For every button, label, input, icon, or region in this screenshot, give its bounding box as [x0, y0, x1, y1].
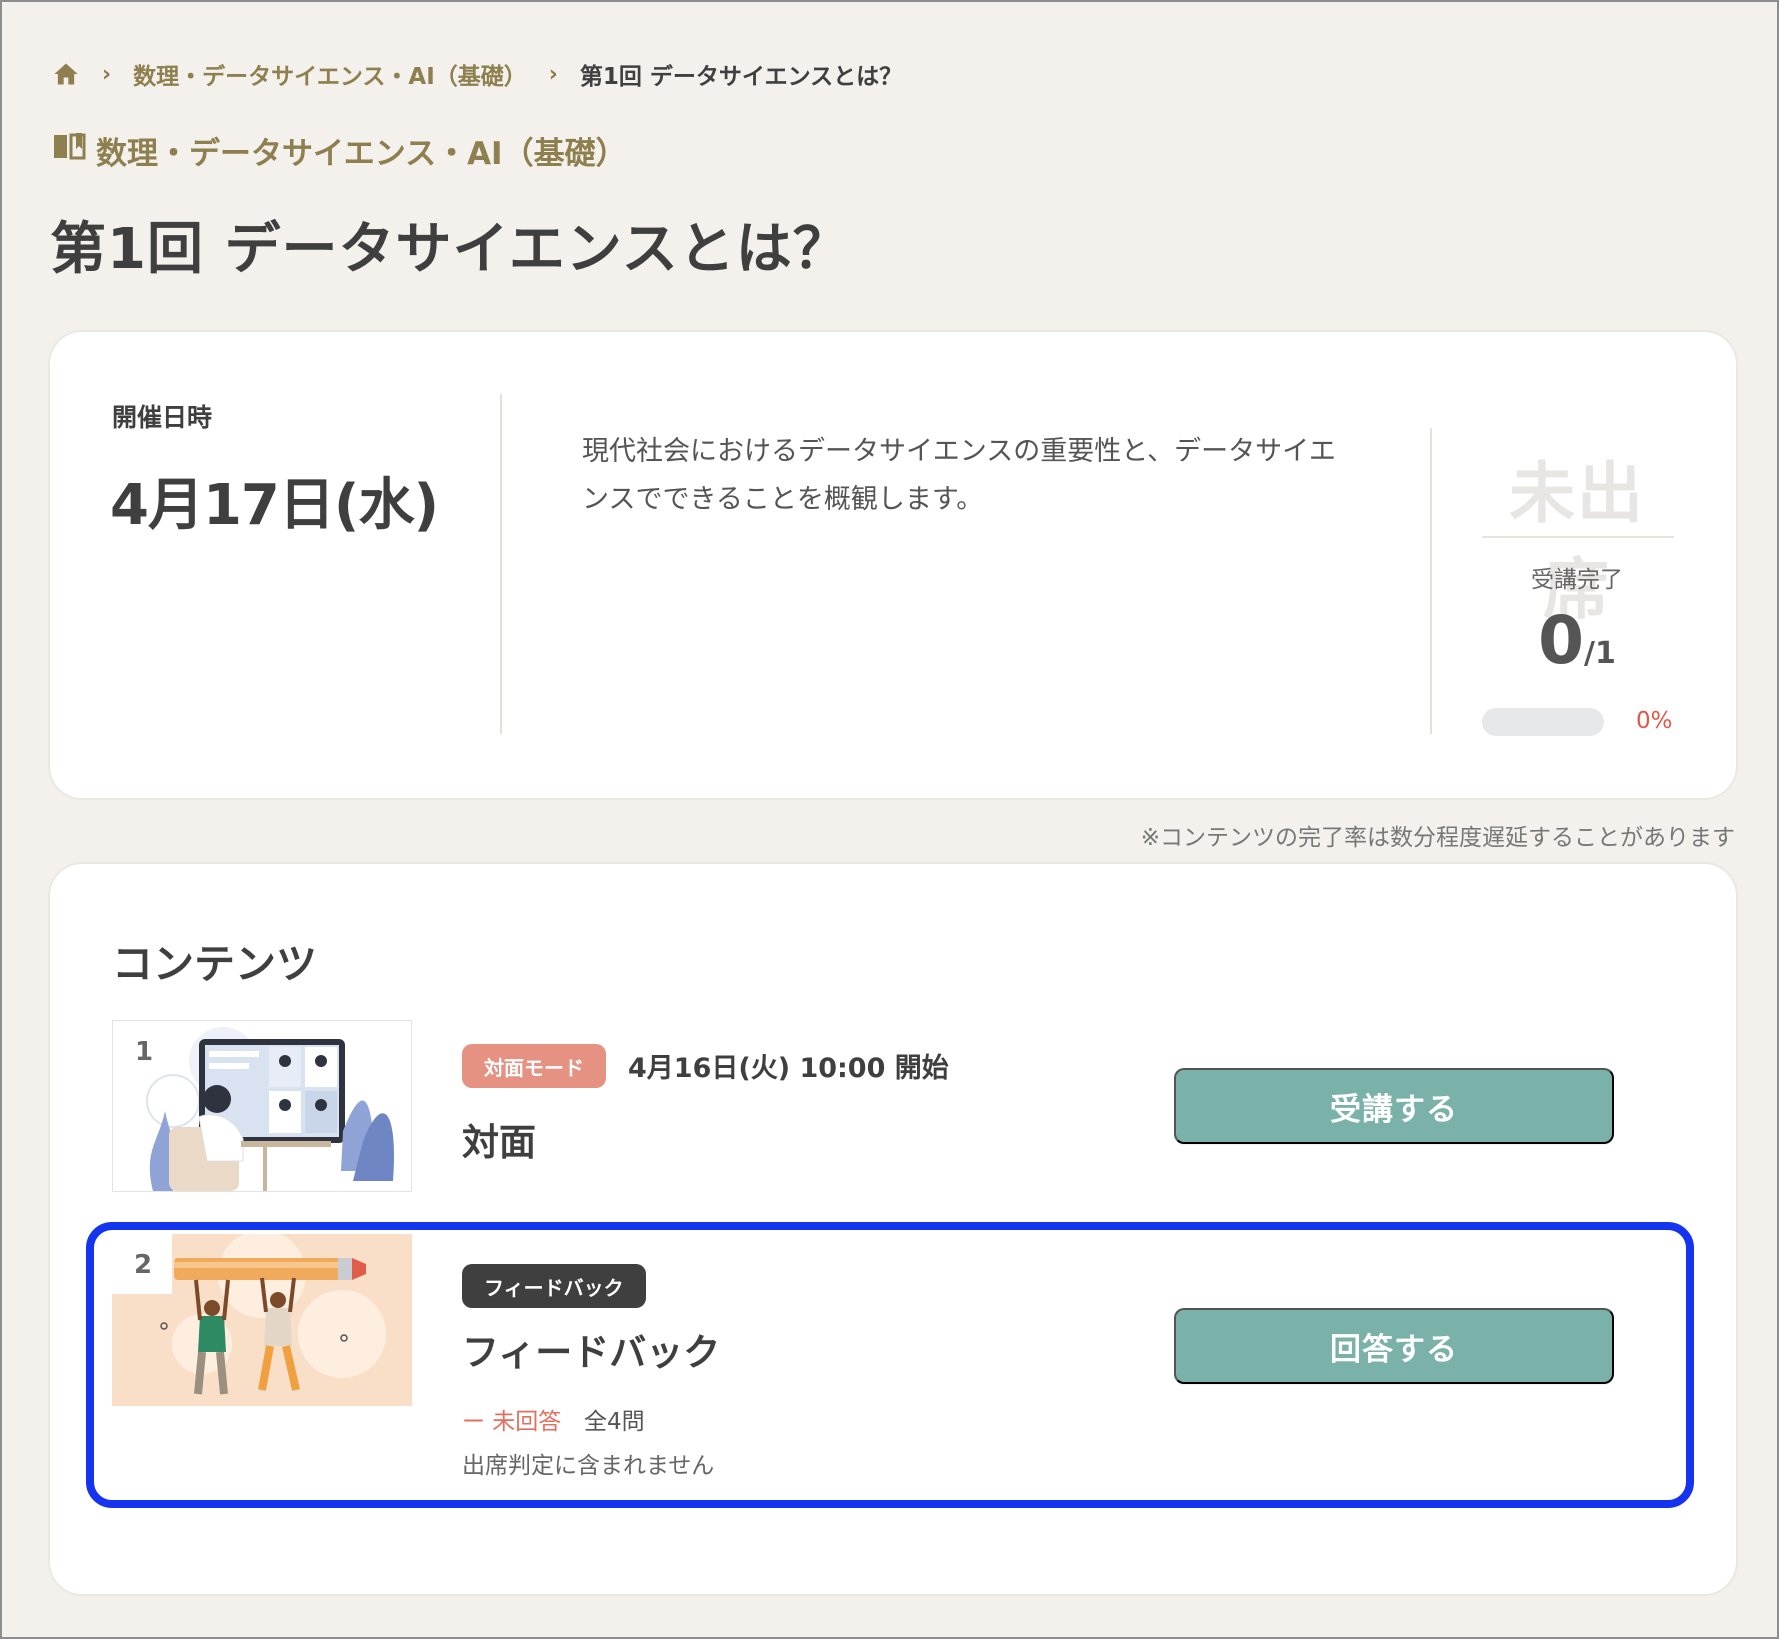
content-number: 2 — [134, 1250, 153, 1280]
contents-title: コンテンツ — [112, 940, 317, 988]
divider — [1482, 536, 1674, 538]
content-title: フィードバック — [462, 1331, 721, 1374]
progress-percent: 0% — [1636, 708, 1673, 734]
content-item: 1 対面モード 4月16日(火) 10:00 開始 対面 受講する — [50, 1020, 1736, 1192]
feedback-illustration — [112, 1234, 412, 1406]
chevron-right-icon: › — [102, 61, 112, 87]
mode-tag: 対面モード — [462, 1044, 606, 1088]
session-info-card: 開催日時 4月17日(水) 現代社会におけるデータサイエンスの重要性と、データサ… — [50, 332, 1736, 798]
progress-bar — [1482, 708, 1604, 736]
content-number: 1 — [135, 1037, 154, 1067]
date-value: 4月17日(水) — [110, 473, 439, 538]
chevron-right-icon: › — [548, 61, 558, 87]
answer-status: ー 未回答 — [462, 1409, 562, 1435]
delay-note: ※コンテンツの完了率は数分程度遅延することがあります — [1140, 825, 1735, 851]
course-label-text: 数理・データサイエンス・AI（基礎） — [96, 135, 627, 172]
total-count: /1 — [1584, 636, 1616, 671]
contents-card: コンテンツ 1 対面モード 4月16日(火) 10:00 開始 対面 受講する … — [50, 864, 1736, 1594]
completion-count: 0/1 — [1482, 602, 1672, 679]
page-title: 第1回 データサイエンスとは？ — [50, 217, 850, 282]
question-count: 全4問 — [584, 1409, 645, 1435]
attend-button[interactable]: 受講する — [1174, 1068, 1614, 1144]
video-meeting-illustration — [113, 1021, 411, 1191]
session-description: 現代社会におけるデータサイエンスの重要性と、データサイエンスでできることを概観し… — [582, 436, 1336, 515]
feedback-tag: フィードバック — [462, 1264, 646, 1308]
completion-label: 受講完了 — [1531, 567, 1623, 593]
breadcrumb: › 数理・データサイエンス・AI（基礎） › 第1回 データサイエンスとは？ — [52, 54, 902, 94]
content-item: 2 フィードバック フィードバック ー 未回答 全4問 出席判定に含まれません … — [50, 1224, 1736, 1479]
home-icon[interactable] — [52, 60, 80, 88]
breadcrumb-course-link[interactable]: 数理・データサイエンス・AI（基礎） — [133, 57, 527, 91]
content-thumbnail: 2 — [112, 1234, 412, 1406]
answer-button[interactable]: 回答する — [1174, 1308, 1614, 1384]
completed-count: 0 — [1538, 602, 1585, 679]
course-label: 数理・データサイエンス・AI（基礎） — [52, 128, 627, 172]
date-label: 開催日時 — [112, 403, 213, 432]
breadcrumb-current: 第1回 データサイエンスとは？ — [579, 64, 903, 90]
start-time: 4月16日(火) 10:00 開始 — [628, 1053, 949, 1084]
book-icon — [52, 131, 86, 169]
content-title: 対面 — [462, 1121, 536, 1164]
content-thumbnail: 1 — [112, 1020, 412, 1192]
attendance-exclusion-note: 出席判定に含まれません — [462, 1453, 715, 1479]
divider — [500, 394, 502, 734]
divider — [1430, 428, 1432, 734]
